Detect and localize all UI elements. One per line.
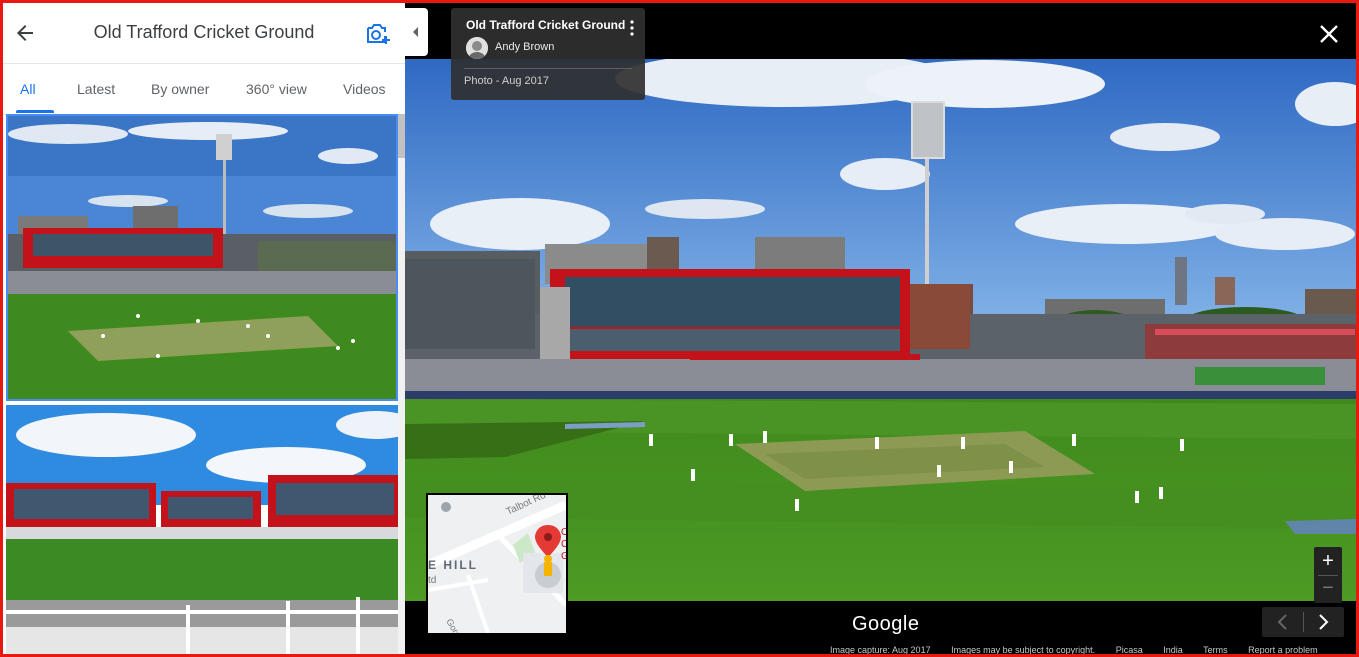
map-label-letter: O <box>561 527 566 538</box>
photos-panel: Old Trafford Cricket Ground All Latest B… <box>3 3 405 654</box>
copyright-notice: Images may be subject to copyright. <box>951 645 1096 655</box>
info-place-title[interactable]: Old Trafford Cricket Ground <box>466 18 625 32</box>
country-link[interactable]: India <box>1163 645 1183 655</box>
viewer-footer: Image capture: Aug 2017 Images may be su… <box>830 645 1336 655</box>
user-avatar-icon <box>466 37 488 59</box>
photo-thumbnail[interactable] <box>6 114 398 401</box>
map-label-letter: G <box>561 551 566 562</box>
close-icon[interactable] <box>1318 23 1340 45</box>
chevron-left-icon <box>1277 614 1287 630</box>
photo-tabs: All Latest By owner 360° view Videos <box>3 64 405 115</box>
mini-map[interactable]: Talbot Rd E HILL O C G td Gorse C <box>426 493 568 635</box>
scrollbar-thumb[interactable] <box>398 114 405 158</box>
scrollbar-track[interactable] <box>398 114 405 654</box>
map-image: Talbot Rd E HILL O C G td Gorse C <box>428 495 566 633</box>
chevron-right-icon <box>1319 614 1329 630</box>
collapse-panel-button[interactable] <box>405 8 428 56</box>
photo-grid <box>3 114 398 654</box>
tab-by-owner[interactable]: By owner <box>151 81 209 97</box>
tab-all[interactable]: All <box>20 81 36 97</box>
author-name[interactable]: Andy Brown <box>495 41 554 53</box>
map-label-letter: C <box>561 539 566 550</box>
photo-info-card: Old Trafford Cricket Ground Andy Brown P… <box>451 8 645 100</box>
picasa-link[interactable]: Picasa <box>1116 645 1143 655</box>
avatar[interactable] <box>466 37 488 59</box>
photo-thumbnail[interactable] <box>6 405 398 654</box>
zoom-in-button[interactable]: + <box>1314 547 1342 575</box>
report-problem-link[interactable]: Report a problem <box>1248 645 1318 655</box>
next-photo-button[interactable] <box>1303 607 1344 637</box>
previous-photo-button[interactable] <box>1262 607 1303 637</box>
thumbnail-image <box>8 116 396 399</box>
zoom-controls: + − <box>1314 547 1342 603</box>
google-logo: Google <box>852 613 920 635</box>
photo-navigation <box>1262 607 1344 637</box>
panel-header: Old Trafford Cricket Ground <box>3 3 405 64</box>
chevron-left-icon <box>413 27 418 37</box>
tab-videos[interactable]: Videos <box>343 81 386 97</box>
thumbnail-image <box>6 405 398 654</box>
photo-date: Photo - Aug 2017 <box>464 75 550 87</box>
map-label: td <box>428 575 436 586</box>
tab-latest[interactable]: Latest <box>77 81 115 97</box>
active-tab-indicator <box>16 110 54 113</box>
divider <box>464 68 632 69</box>
tab-360-view[interactable]: 360° view <box>246 81 307 97</box>
terms-link[interactable]: Terms <box>1203 645 1228 655</box>
add-photo-icon[interactable] <box>365 21 391 47</box>
more-options-icon[interactable] <box>629 20 635 36</box>
image-capture-date: Image capture: Aug 2017 <box>830 645 931 655</box>
zoom-out-button[interactable]: − <box>1314 575 1342 603</box>
map-area-label: E HILL <box>428 558 478 572</box>
panel-title: Old Trafford Cricket Ground <box>93 22 315 42</box>
